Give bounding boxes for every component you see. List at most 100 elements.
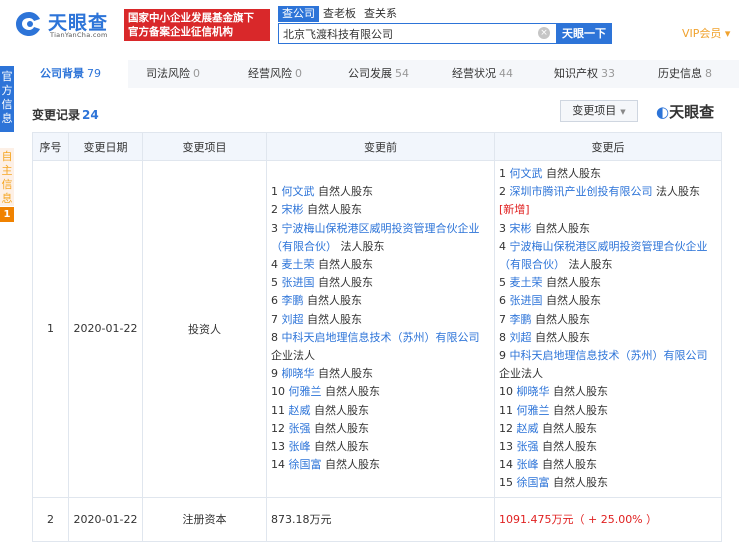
tab-intellectual-property[interactable]: 知识产权 33 bbox=[536, 60, 640, 88]
shareholder-role: 自然人股东 bbox=[303, 203, 362, 217]
search-button[interactable]: 天眼一下 bbox=[556, 23, 612, 44]
tab-company-development[interactable]: 公司发展 54 bbox=[330, 60, 434, 88]
shareholder-name-link[interactable]: 麦土荣 bbox=[282, 258, 315, 271]
shareholder-number: 2 bbox=[271, 203, 282, 217]
shareholder-name-link[interactable]: 赵威 bbox=[517, 422, 539, 435]
shareholder-name-link[interactable]: 何雅兰 bbox=[289, 385, 322, 398]
vip-member-link[interactable]: VIP会员 ▾ bbox=[682, 25, 730, 41]
logo-subtext: TianYanCha.com bbox=[50, 31, 108, 39]
shareholder-name-link[interactable]: 张进国 bbox=[510, 294, 543, 307]
tab-search-boss[interactable]: 查老板 bbox=[319, 6, 360, 22]
shareholder-entry: 2 宋彬 自然人股东 bbox=[271, 201, 490, 219]
shareholder-entry: 10 柳晓华 自然人股东 bbox=[499, 383, 717, 401]
shareholder-number: 14 bbox=[271, 458, 289, 472]
cell-before: 1 何文武 自然人股东 2 宋彬 自然人股东 3 宁波梅山保税港区威明投资管理合伙企… bbox=[266, 160, 495, 498]
search-input[interactable] bbox=[279, 24, 529, 43]
shareholder-number: 8 bbox=[499, 330, 510, 344]
shareholder-name-link[interactable]: 何文武 bbox=[510, 167, 543, 180]
change-item-filter[interactable]: 变更项目 ▼ bbox=[560, 100, 638, 122]
cell-item: 投资人 bbox=[142, 160, 267, 498]
shareholder-name-link[interactable]: 徐国富 bbox=[517, 476, 550, 489]
table-row: 2 2020-01-22 注册资本 873.18万元 1091.475万元（ +… bbox=[32, 496, 722, 542]
shareholder-number: 9 bbox=[499, 349, 510, 363]
shareholder-name-link[interactable]: 张强 bbox=[517, 440, 539, 453]
tab-label: 知识产权 bbox=[554, 67, 598, 80]
shareholder-role: 法人股东 bbox=[652, 185, 700, 199]
tab-history-info[interactable]: 历史信息 8 bbox=[640, 60, 739, 88]
tab-company-background[interactable]: 公司背景 79 bbox=[22, 60, 128, 88]
shareholder-name-link[interactable]: 张强 bbox=[289, 422, 311, 435]
shareholder-name-link[interactable]: 宋彬 bbox=[282, 203, 304, 216]
shareholder-name-link[interactable]: 赵威 bbox=[289, 404, 311, 417]
shareholder-number: 9 bbox=[271, 367, 282, 381]
section-title-text: 变更记录 bbox=[32, 108, 81, 122]
cell-item: 注册资本 bbox=[142, 496, 267, 542]
tab-search-relation[interactable]: 查关系 bbox=[360, 6, 401, 22]
cell-after: 1091.475万元（ + 25.00% ） bbox=[494, 496, 722, 542]
tab-label: 经营状况 bbox=[452, 67, 496, 80]
shareholder-entry: 8 刘超 自然人股东 bbox=[499, 329, 717, 347]
shareholder-role: 自然人股东 bbox=[321, 458, 380, 472]
tab-judicial-risk[interactable]: 司法风险 0 bbox=[128, 60, 230, 88]
tianyancha-logo-icon bbox=[16, 12, 40, 36]
shareholder-role: 自然人股东 bbox=[542, 294, 601, 308]
shareholder-entry: 11 赵威 自然人股东 bbox=[271, 402, 490, 420]
shareholder-name-link[interactable]: 刘超 bbox=[282, 313, 304, 326]
shareholder-entry: 4 宁波梅山保税港区威明投资管理合伙企业（有限合伙） 法人股东 bbox=[499, 238, 717, 274]
shareholder-entry: 13 张强 自然人股东 bbox=[499, 438, 717, 456]
shareholder-number: 7 bbox=[271, 312, 282, 326]
shareholder-name-link[interactable]: 刘超 bbox=[510, 331, 532, 344]
side-tab-official-info[interactable]: 官方信息 bbox=[0, 66, 14, 132]
badge-line-2: 官方备案企业征信机构 bbox=[128, 26, 233, 38]
shareholder-name-link[interactable]: 中科天启地理信息技术（苏州）有限公司 bbox=[282, 331, 480, 344]
shareholder-number: 15 bbox=[499, 476, 517, 490]
shareholder-number: 4 bbox=[499, 239, 510, 253]
site-logo[interactable]: 天眼查 TianYanCha.com bbox=[14, 8, 124, 40]
shareholder-role: 自然人股东 bbox=[538, 440, 597, 454]
shareholder-role: 自然人股东 bbox=[531, 312, 590, 326]
cell-before: 873.18万元 bbox=[266, 496, 495, 542]
shareholder-name-link[interactable]: 张峰 bbox=[517, 458, 539, 471]
shareholder-name-link[interactable]: 李鹏 bbox=[510, 313, 532, 326]
side-tab-self-info[interactable]: 自主信息 bbox=[0, 148, 14, 206]
tab-label: 公司发展 bbox=[348, 67, 392, 80]
shareholder-name-link[interactable]: 宋彬 bbox=[510, 222, 532, 235]
tab-search-company[interactable]: 查公司 bbox=[278, 6, 319, 22]
shareholder-entry: 7 刘超 自然人股东 bbox=[271, 311, 490, 329]
clear-icon[interactable]: × bbox=[538, 27, 550, 39]
tab-count: 54 bbox=[395, 67, 409, 80]
shareholder-name-link[interactable]: 李鹏 bbox=[282, 294, 304, 307]
tab-label: 经营风险 bbox=[248, 67, 292, 80]
tab-label: 历史信息 bbox=[658, 67, 702, 80]
table-row: 1 2020-01-22 投资人 1 何文武 自然人股东 2 宋彬 自然人股东 3 … bbox=[32, 160, 722, 498]
table-header-row: 序号 变更日期 变更项目 变更前 变更后 bbox=[32, 132, 722, 161]
shareholder-name-link[interactable]: 何文武 bbox=[282, 185, 315, 198]
shareholder-name-link[interactable]: 徐国富 bbox=[289, 458, 322, 471]
shareholder-name-link[interactable]: 麦土荣 bbox=[510, 276, 543, 289]
shareholder-number: 13 bbox=[271, 440, 289, 454]
tab-count: 33 bbox=[601, 67, 615, 80]
shareholder-number: 3 bbox=[271, 221, 282, 235]
shareholder-name-link[interactable]: 中科天启地理信息技术（苏州）有限公司 bbox=[510, 349, 708, 362]
shareholder-number: 6 bbox=[499, 294, 510, 308]
shareholder-name-link[interactable]: 柳晓华 bbox=[282, 367, 315, 380]
tab-business-status[interactable]: 经营状况 44 bbox=[434, 60, 536, 88]
tab-operating-risk[interactable]: 经营风险 0 bbox=[230, 60, 330, 88]
tab-label: 公司背景 bbox=[40, 67, 84, 80]
shareholder-name-link[interactable]: 何雅兰 bbox=[517, 404, 550, 417]
shareholder-name-link[interactable]: 柳晓华 bbox=[517, 385, 550, 398]
tab-count: 44 bbox=[499, 67, 513, 80]
cell-index: 1 bbox=[32, 160, 69, 498]
shareholder-entry: 2 深圳市腾讯产业创投有限公司 法人股东 [新增] bbox=[499, 183, 717, 219]
shareholder-role: 自然人股东 bbox=[531, 330, 590, 344]
shareholder-entry: 9 中科天启地理信息技术（苏州）有限公司 企业法人 bbox=[499, 347, 717, 383]
section-title: 变更记录 24 bbox=[32, 106, 99, 123]
section-count: 24 bbox=[82, 108, 99, 122]
shareholder-entry: 7 李鹏 自然人股东 bbox=[499, 311, 717, 329]
shareholder-role: 自然人股东 bbox=[310, 440, 369, 454]
search-type-tabs: 查公司 查老板 查关系 bbox=[278, 6, 401, 22]
shareholder-name-link[interactable]: 张进国 bbox=[282, 276, 315, 289]
shareholder-name-link[interactable]: 张峰 bbox=[289, 440, 311, 453]
filter-label: 变更项目 bbox=[572, 104, 617, 117]
shareholder-name-link[interactable]: 深圳市腾讯产业创投有限公司 bbox=[510, 185, 653, 198]
